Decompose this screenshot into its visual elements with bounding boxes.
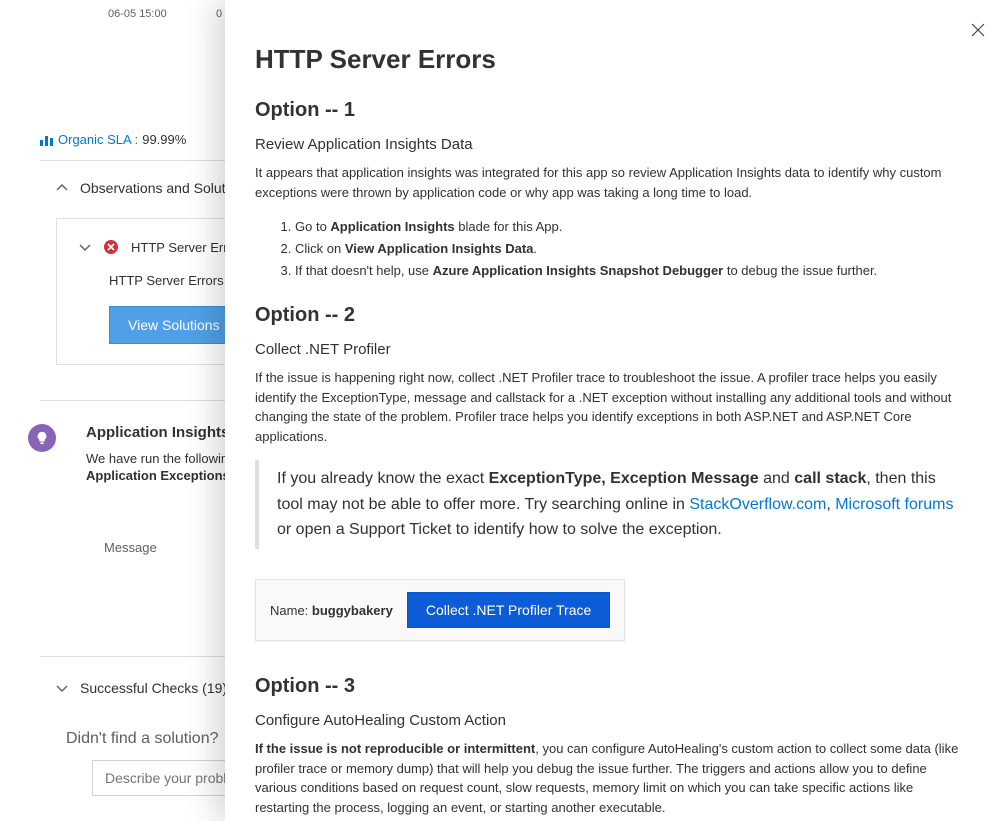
- successful-checks-heading[interactable]: Successful Checks (19): [56, 680, 227, 696]
- chevron-down-icon: [56, 682, 68, 694]
- t: buggybakery: [312, 603, 393, 618]
- sla-value: 99.99%: [142, 132, 186, 147]
- t: Name:: [270, 603, 312, 618]
- collect-profiler-button[interactable]: Collect .NET Profiler Trace: [407, 592, 610, 628]
- option-1-heading: Option -- 1: [255, 99, 970, 122]
- chart-axis-fragment: 0: [216, 8, 222, 20]
- sla-label: Organic SLA :: [58, 132, 138, 147]
- option-3-subtitle: Configure AutoHealing Custom Action: [255, 712, 970, 729]
- organic-sla-row[interactable]: Organic SLA : 99.99%: [40, 132, 186, 147]
- view-solutions-button[interactable]: View Solutions: [109, 306, 239, 344]
- ai-body-bold: Application Exceptions: [86, 468, 230, 483]
- t: blade for this App.: [455, 219, 563, 234]
- t: If you already know the exact: [277, 470, 489, 487]
- panel-title: HTTP Server Errors: [255, 44, 970, 75]
- step-1: Go to Application Insights blade for thi…: [295, 216, 970, 238]
- close-button[interactable]: [962, 14, 994, 46]
- option-2-body: If the issue is happening right now, col…: [255, 368, 970, 446]
- t: or open a Support Ticket to identify how…: [277, 521, 722, 538]
- insights-badge: [28, 424, 56, 452]
- t: Azure Application Insights Snapshot Debu…: [433, 263, 724, 278]
- no-solution-heading: Didn't find a solution?: [66, 730, 218, 748]
- t: .: [533, 241, 537, 256]
- t: ExceptionType, Exception Message: [489, 470, 759, 487]
- option-1-steps: Go to Application Insights blade for thi…: [295, 216, 970, 282]
- t: View Application Insights Data: [345, 241, 534, 256]
- t: call stack: [794, 470, 866, 487]
- profiler-name: Name: buggybakery: [270, 603, 393, 618]
- t: Go to: [295, 219, 330, 234]
- option-1-body: It appears that application insights was…: [255, 163, 970, 202]
- t: If the issue is not reproducible or inte…: [255, 741, 535, 756]
- t: ,: [826, 496, 835, 513]
- t: to debug the issue further.: [723, 263, 877, 278]
- t: Application Insights: [330, 219, 454, 234]
- bar-chart-icon: [40, 134, 54, 146]
- chevron-down-icon: [79, 241, 91, 253]
- option-3-body: If the issue is not reproducible or inte…: [255, 739, 970, 817]
- t: If that doesn't help, use: [295, 263, 433, 278]
- lightbulb-icon: [35, 431, 49, 445]
- error-icon: [103, 239, 119, 255]
- option-3-heading: Option -- 3: [255, 675, 970, 698]
- t: and: [759, 470, 795, 487]
- successful-checks-label: Successful Checks (19): [80, 680, 227, 696]
- option-1-subtitle: Review Application Insights Data: [255, 136, 970, 153]
- stackoverflow-link[interactable]: StackOverflow.com: [689, 496, 826, 513]
- step-3: If that doesn't help, use Azure Applicat…: [295, 260, 970, 282]
- message-column-header: Message: [104, 540, 157, 555]
- profiler-action-box: Name: buggybakery Collect .NET Profiler …: [255, 579, 625, 641]
- option-2-heading: Option -- 2: [255, 304, 970, 327]
- option-2-note: If you already know the exact ExceptionT…: [255, 460, 970, 549]
- solutions-flyout: HTTP Server Errors Option -- 1 Review Ap…: [225, 0, 1000, 821]
- chevron-up-icon: [56, 182, 68, 194]
- option-2-subtitle: Collect .NET Profiler: [255, 341, 970, 358]
- ms-forums-link[interactable]: Microsoft forums: [835, 496, 953, 513]
- close-icon: [971, 23, 985, 37]
- t: Click on: [295, 241, 345, 256]
- step-2: Click on View Application Insights Data.: [295, 238, 970, 260]
- observations-heading[interactable]: Observations and Solutions: [56, 180, 251, 196]
- chart-axis-time: 06-05 15:00: [108, 8, 167, 20]
